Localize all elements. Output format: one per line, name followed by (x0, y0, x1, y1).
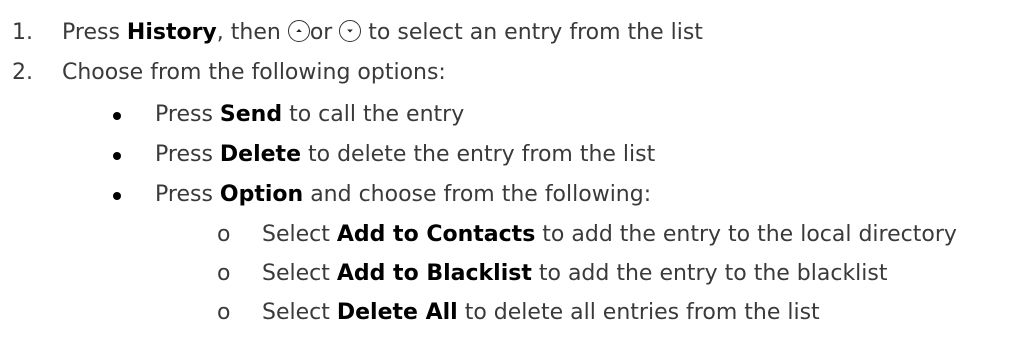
sub-bullet-marker: o (217, 261, 231, 286)
press-label: Press (62, 20, 127, 45)
option-key: Option (219, 182, 304, 207)
sub-bullet-marker: o (217, 300, 231, 325)
select-label: Select (262, 261, 337, 286)
bullet-rest: to delete the entry from the list (301, 142, 656, 167)
sub-bullet-text: Select Delete All to delete all entries … (262, 298, 820, 328)
then-label: , then (216, 20, 288, 45)
step-2-number: 2. (12, 60, 33, 85)
delete-key: Delete (219, 142, 301, 167)
down-arrow-circle-icon (339, 20, 362, 42)
add-to-contacts-key: Add to Contacts (336, 222, 536, 247)
press-label: Press (155, 142, 220, 167)
press-label: Press (155, 182, 220, 207)
press-label: Press (155, 102, 220, 127)
bullet-text: Press Send to call the entry (155, 100, 464, 130)
select-label: Select (262, 222, 337, 247)
sub-bullet-rest: to delete all entries from the list (457, 300, 820, 325)
step-1-number: 1. (12, 20, 33, 45)
bullet-dot (113, 192, 121, 200)
bullet-text: Press Delete to delete the entry from th… (155, 140, 655, 170)
sub-bullet-text: Select Add to Blacklist to add the entry… (262, 259, 888, 289)
step-1-text: Press History, then or to select an entr… (62, 18, 703, 48)
sub-bullet-rest: to add the entry to the blacklist (531, 261, 888, 286)
sub-bullet-marker: o (217, 222, 231, 247)
send-key: Send (219, 102, 283, 127)
bullet-rest: and choose from the following: (303, 182, 652, 207)
step-1-rest: to select an entry from the list (361, 20, 703, 45)
bullet-text: Press Option and choose from the followi… (155, 180, 651, 210)
bullet-dot (113, 152, 121, 160)
up-arrow-circle-icon (287, 20, 310, 42)
delete-all-key: Delete All (336, 300, 458, 325)
add-to-blacklist-key: Add to Blacklist (336, 261, 532, 286)
step-2-text: Choose from the following options: (62, 60, 446, 85)
history-key: History (126, 20, 217, 45)
sub-bullet-rest: to add the entry to the local directory (535, 222, 957, 247)
bullet-rest: to call the entry (282, 102, 465, 127)
bullet-dot (113, 112, 121, 120)
sub-bullet-text: Select Add to Contacts to add the entry … (262, 220, 957, 250)
select-label: Select (262, 300, 337, 325)
or-label: or (309, 20, 340, 45)
